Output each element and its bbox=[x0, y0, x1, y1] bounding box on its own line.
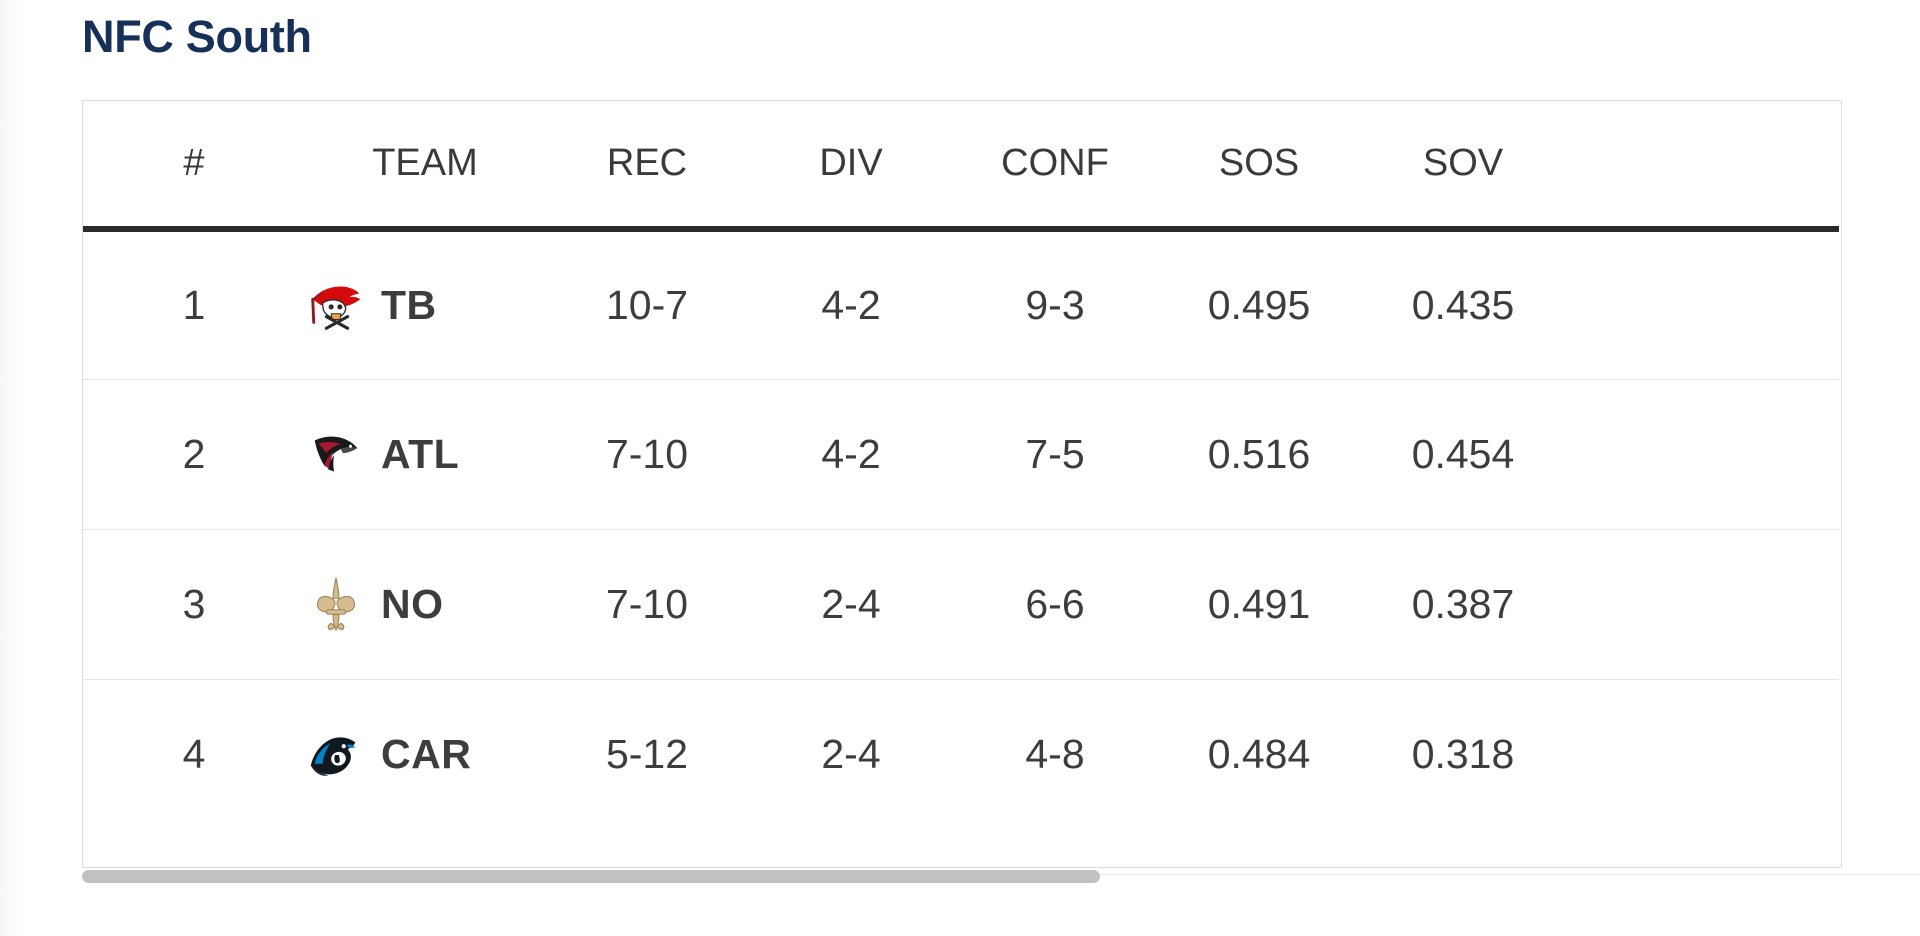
page-left-gutter bbox=[0, 0, 22, 936]
cell-team[interactable]: ATL bbox=[305, 379, 545, 530]
falcons-logo bbox=[314, 436, 358, 472]
cell-spacer bbox=[1565, 229, 1839, 380]
cell-rank: 3 bbox=[83, 529, 305, 680]
cell-conf: 7-5 bbox=[953, 379, 1157, 530]
cell-rank: 4 bbox=[83, 679, 305, 829]
cell-rank: 1 bbox=[83, 229, 305, 380]
standings-table: # TEAM REC DIV CONF SOS SOV 1 TB 10-7 4-… bbox=[83, 101, 1839, 829]
cell-rec: 10-7 bbox=[545, 229, 749, 380]
team-abbreviation: CAR bbox=[381, 730, 472, 777]
team-abbreviation: ATL bbox=[381, 430, 460, 477]
column-header-spacer bbox=[1565, 101, 1839, 232]
horizontal-scrollbar-track[interactable] bbox=[82, 868, 1842, 885]
column-header-sos[interactable]: SOS bbox=[1157, 101, 1361, 232]
column-header-rec[interactable]: REC bbox=[545, 101, 749, 232]
team-abbreviation: TB bbox=[381, 281, 437, 328]
bottom-divider bbox=[1100, 874, 1920, 875]
buccaneers-logo bbox=[311, 286, 361, 331]
cell-div: 2-4 bbox=[749, 679, 953, 829]
cell-div: 4-2 bbox=[749, 379, 953, 530]
table-row[interactable]: 2 ATL 7-10 4-2 7-5 0.516 0.454 bbox=[83, 379, 1839, 530]
team-abbreviation: NO bbox=[381, 580, 444, 627]
table-body: 1 TB 10-7 4-2 9-3 0.495 0.435 2 ATL 7-10… bbox=[83, 229, 1839, 829]
table-header-row: # TEAM REC DIV CONF SOS SOV bbox=[83, 101, 1839, 232]
column-header-rank[interactable]: # bbox=[83, 101, 305, 232]
panthers-logo bbox=[310, 737, 356, 777]
cell-div: 2-4 bbox=[749, 529, 953, 680]
cell-spacer bbox=[1565, 379, 1839, 530]
standings-table-container[interactable]: # TEAM REC DIV CONF SOS SOV 1 TB 10-7 4-… bbox=[82, 100, 1842, 868]
cell-div: 4-2 bbox=[749, 229, 953, 380]
cell-spacer bbox=[1565, 529, 1839, 680]
cell-spacer bbox=[1565, 679, 1839, 829]
cell-team[interactable]: CAR bbox=[305, 679, 545, 829]
column-header-sov[interactable]: SOV bbox=[1361, 101, 1565, 232]
cell-sov: 0.454 bbox=[1361, 379, 1565, 530]
cell-sos: 0.516 bbox=[1157, 379, 1361, 530]
cell-sov: 0.318 bbox=[1361, 679, 1565, 829]
horizontal-scrollbar-thumb[interactable] bbox=[82, 870, 1100, 883]
cell-sov: 0.435 bbox=[1361, 229, 1565, 380]
cell-sos: 0.491 bbox=[1157, 529, 1361, 680]
table-row[interactable]: 1 TB 10-7 4-2 9-3 0.495 0.435 bbox=[83, 229, 1839, 380]
cell-team[interactable]: TB bbox=[305, 229, 545, 380]
column-header-conf[interactable]: CONF bbox=[953, 101, 1157, 232]
cell-rec: 5-12 bbox=[545, 679, 749, 829]
cell-sos: 0.495 bbox=[1157, 229, 1361, 380]
cell-sos: 0.484 bbox=[1157, 679, 1361, 829]
cell-rec: 7-10 bbox=[545, 529, 749, 680]
cell-team[interactable]: NO bbox=[305, 529, 545, 680]
cell-conf: 9-3 bbox=[953, 229, 1157, 380]
column-header-team[interactable]: TEAM bbox=[305, 101, 545, 232]
column-header-div[interactable]: DIV bbox=[749, 101, 953, 232]
saints-logo bbox=[316, 577, 356, 632]
cell-sov: 0.387 bbox=[1361, 529, 1565, 680]
table-row[interactable]: 3 NO 7-10 2-4 6-6 0.491 0.387 bbox=[83, 529, 1839, 680]
cell-rank: 2 bbox=[83, 379, 305, 530]
cell-conf: 6-6 bbox=[953, 529, 1157, 680]
cell-conf: 4-8 bbox=[953, 679, 1157, 829]
table-row[interactable]: 4 CAR 5-12 2-4 4-8 0.484 0.318 bbox=[83, 679, 1839, 829]
standings-page: NFC South # TEAM REC DIV CONF SOS SOV 1 … bbox=[0, 0, 1920, 936]
cell-rec: 7-10 bbox=[545, 379, 749, 530]
table-header: # TEAM REC DIV CONF SOS SOV bbox=[83, 101, 1839, 232]
page-title: NFC South bbox=[82, 11, 312, 62]
